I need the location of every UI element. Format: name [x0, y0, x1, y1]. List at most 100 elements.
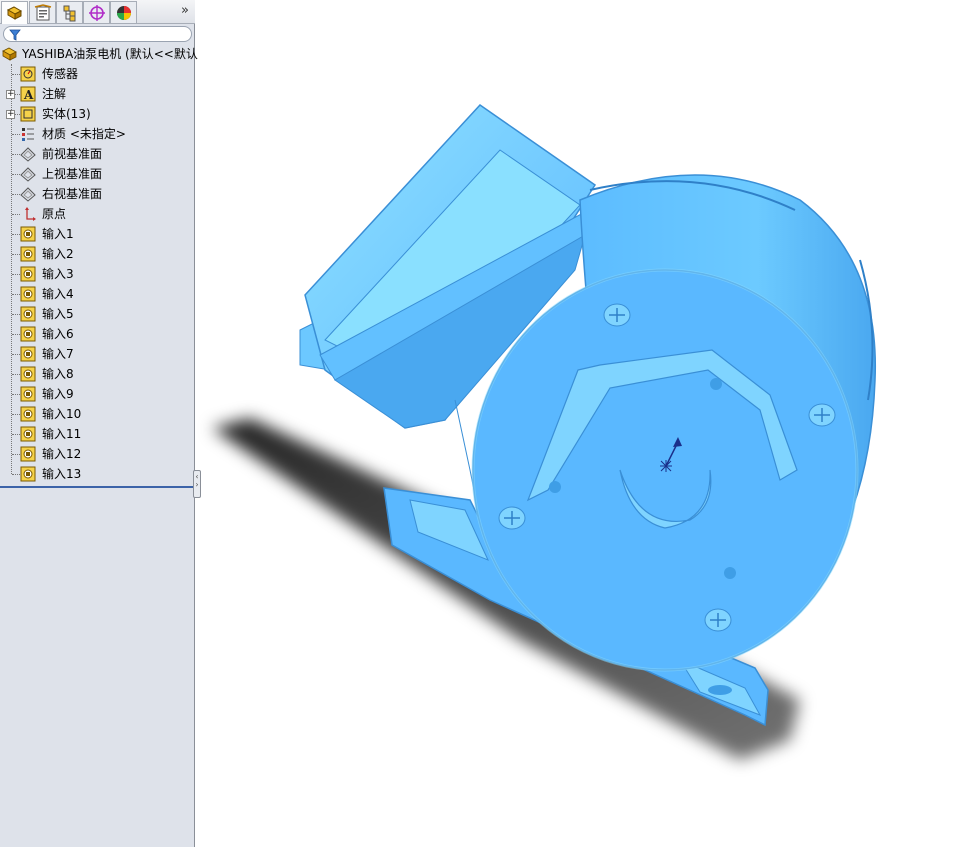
tree-item-label: 输入2: [42, 247, 74, 261]
tree-item-label: 材质 <未指定>: [42, 127, 126, 141]
tree-item-label: 右视基准面: [42, 187, 103, 201]
tree-item[interactable]: 输入2: [0, 244, 195, 264]
tree-item[interactable]: 原点: [0, 204, 195, 224]
solidworks-window: » YASHIBA油泵电机 (默认<<默认 传感器 + A 注解 + 实体(13) 材质 <…: [0, 0, 974, 847]
end-cap: [471, 268, 859, 672]
property-manager-tab[interactable]: [29, 1, 56, 23]
tree-connector: [12, 274, 20, 275]
sensor-icon: [20, 66, 36, 82]
tree-item-label: 上视基准面: [42, 167, 103, 181]
tree-item-label: 传感器: [42, 67, 79, 81]
motor-model: [212, 104, 877, 760]
tree-item[interactable]: 输入9: [0, 384, 195, 404]
tree-item[interactable]: 输入4: [0, 284, 195, 304]
tree-connector: [12, 474, 20, 475]
tree-connector: [12, 214, 20, 215]
tree-item[interactable]: 输入12: [0, 444, 195, 464]
svg-text:A: A: [23, 88, 34, 102]
imported-feature-icon: [20, 326, 36, 342]
display-manager-tab[interactable]: [110, 1, 137, 23]
manager-tab-bar: »: [0, 0, 195, 24]
imported-feature-icon: [20, 226, 36, 242]
imported-feature-icon: [20, 426, 36, 442]
dimxpert-icon: [89, 5, 105, 21]
tree-item[interactable]: 前视基准面: [0, 144, 195, 164]
tree-connector: [12, 434, 20, 435]
tree-connector: [12, 134, 20, 135]
tree-item-label: 注解: [42, 87, 67, 101]
tree-item-label: 输入6: [42, 327, 74, 341]
tree-filter-input[interactable]: [3, 26, 192, 42]
screw-top: [603, 303, 631, 327]
imported-feature-icon: [20, 306, 36, 322]
tree-connector: [12, 174, 20, 175]
tab-overflow-icon[interactable]: »: [181, 3, 189, 18]
expand-toggle-icon[interactable]: +: [6, 90, 15, 99]
tree-connector: [12, 314, 20, 315]
tree-item[interactable]: 输入11: [0, 424, 195, 444]
tree-item[interactable]: 右视基准面: [0, 184, 195, 204]
tree-item-label: 输入4: [42, 287, 74, 301]
tree-connector: [12, 354, 20, 355]
dimxpert-manager-tab[interactable]: [83, 1, 110, 23]
origin-icon: [25, 207, 36, 221]
configuration-manager-tab[interactable]: [56, 1, 83, 23]
display-manager-icon: [117, 6, 131, 20]
imported-feature-icon: [20, 446, 36, 462]
tree-item[interactable]: 材质 <未指定>: [0, 124, 195, 144]
tree-item-label: 输入7: [42, 347, 74, 361]
feature-manager-icon: [6, 6, 23, 20]
imported-feature-icon: [20, 246, 36, 262]
property-manager-icon: [34, 4, 52, 21]
annotation-icon: A: [20, 86, 36, 102]
tree-item-label: 前视基准面: [42, 147, 103, 161]
tree-item[interactable]: 输入13: [0, 464, 195, 484]
imported-feature-icon: [20, 406, 36, 422]
tree-connector: [12, 74, 20, 75]
tree-connector: [12, 154, 20, 155]
filter-icon: [9, 29, 21, 41]
graphics-viewport[interactable]: [196, 0, 974, 847]
tree-item[interactable]: 传感器: [0, 64, 195, 84]
tree-item[interactable]: 输入3: [0, 264, 195, 284]
tree-connector: [12, 254, 20, 255]
tree-item-label: 输入11: [42, 427, 82, 441]
screw-bottom: [704, 608, 732, 632]
imported-feature-icon: [20, 366, 36, 382]
configuration-manager-icon: [63, 5, 76, 22]
tree-connector: [12, 374, 20, 375]
tree-item[interactable]: 输入10: [0, 404, 195, 424]
tree-item-label: 输入10: [42, 407, 82, 421]
tree-item[interactable]: 输入1: [0, 224, 195, 244]
tree-item-label: 输入9: [42, 387, 74, 401]
plane-icon: [20, 167, 36, 182]
tree-item[interactable]: + 实体(13): [0, 104, 195, 124]
tree-connector: [12, 394, 20, 395]
tree-item-label: 输入3: [42, 267, 74, 281]
tree-item[interactable]: + A 注解: [0, 84, 195, 104]
imported-feature-icon: [20, 266, 36, 282]
imported-feature-icon: [20, 466, 36, 482]
tree-item[interactable]: 输入7: [0, 344, 195, 364]
material-icon: [22, 128, 34, 141]
feature-manager-panel: » YASHIBA油泵电机 (默认<<默认 传感器 + A 注解 + 实体(13) 材质 <…: [0, 0, 201, 847]
tree-item[interactable]: 输入8: [0, 364, 195, 384]
tree-item[interactable]: 输入6: [0, 324, 195, 344]
tree-item[interactable]: 上视基准面: [0, 164, 195, 184]
expand-toggle-icon[interactable]: +: [6, 110, 15, 119]
imported-feature-icon: [20, 386, 36, 402]
feature-manager-tab[interactable]: [1, 1, 28, 24]
tree-item-label: 输入12: [42, 447, 82, 461]
imported-feature-icon: [20, 286, 36, 302]
tree-connector: [12, 294, 20, 295]
tree-item-label: 输入5: [42, 307, 74, 321]
screw-right: [808, 403, 836, 427]
tree-item-label: 原点: [42, 207, 67, 221]
solid-bodies-icon: [20, 106, 36, 122]
tree-root-label: YASHIBA油泵电机 (默认<<默认: [22, 47, 198, 61]
tree-item[interactable]: 输入5: [0, 304, 195, 324]
tree-item-label: 输入1: [42, 227, 74, 241]
tree-root-item[interactable]: YASHIBA油泵电机 (默认<<默认: [0, 44, 198, 64]
plane-icon: [20, 147, 36, 162]
part-icon: [2, 47, 17, 61]
